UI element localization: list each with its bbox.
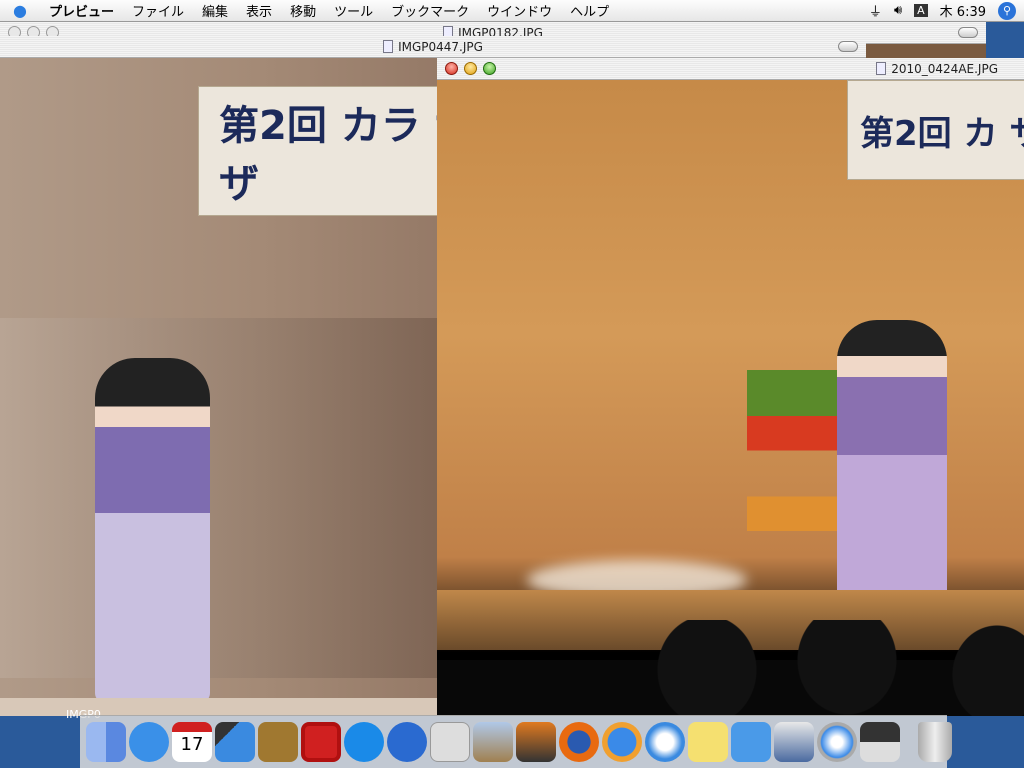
dock-firefox-icon[interactable] [559, 722, 599, 762]
stage-banner: 第2回 カ サ [847, 80, 1024, 180]
menu-edit[interactable]: 編集 [193, 1, 237, 20]
window-title: 2010_0424AE.JPG [891, 61, 998, 76]
dock-ichat-icon[interactable] [129, 722, 169, 762]
network-icon[interactable]: ⏚ [869, 1, 882, 20]
menu-file[interactable]: ファイル [123, 1, 193, 20]
dock-iphoto-icon[interactable] [516, 722, 556, 762]
file-icon [876, 62, 887, 75]
menu-tools[interactable]: ツール [325, 1, 382, 20]
singer [837, 320, 947, 620]
window-title: IMGP0447.JPG [398, 39, 483, 54]
toolbar-toggle-button[interactable] [838, 41, 858, 52]
dock-installer-icon[interactable] [473, 722, 513, 762]
audience [437, 620, 1024, 716]
dock-stickies-icon[interactable] [688, 722, 728, 762]
apple-menu-icon[interactable]: ● [0, 1, 40, 20]
menu-go[interactable]: 移動 [281, 1, 325, 20]
input-menu-icon[interactable]: A [914, 4, 928, 17]
dock-internet-explorer-icon[interactable] [387, 722, 427, 762]
dock-imovie-icon[interactable] [215, 722, 255, 762]
dock: 17 [80, 715, 952, 768]
menu-view[interactable]: 表示 [237, 1, 281, 20]
flower-stand [747, 370, 837, 600]
dock-printer-icon[interactable] [860, 722, 900, 762]
toolbar-toggle-button[interactable] [958, 27, 978, 38]
menu-window[interactable]: ウインドウ [478, 1, 561, 20]
clock[interactable]: 木 6:39 [940, 1, 986, 20]
dock-quicktime-icon[interactable] [344, 722, 384, 762]
volume-icon[interactable]: 🔊︎ [894, 3, 902, 18]
dock-front-row-icon[interactable] [301, 722, 341, 762]
menu-app[interactable]: プレビュー [40, 1, 123, 20]
singer [95, 358, 210, 703]
zoom-button[interactable] [483, 62, 496, 75]
menu-bar: ● プレビュー ファイル 編集 表示 移動 ツール ブックマーク ウインドウ ヘ… [0, 0, 1024, 22]
file-icon [383, 40, 394, 53]
banner-text: 第2回 カ サ [860, 113, 1024, 154]
ical-date: 17 [180, 734, 204, 755]
dock-preview-icon[interactable] [774, 722, 814, 762]
spotlight-icon[interactable]: ⚲ [998, 1, 1016, 20]
title-bar[interactable]: 2010_0424AE.JPG [437, 58, 1024, 80]
menu-bookmarks[interactable]: ブックマーク [382, 1, 478, 20]
dock-itunes-icon[interactable] [645, 722, 685, 762]
dock-quicktime-player-icon[interactable] [602, 722, 642, 762]
dock-trash-icon[interactable] [918, 722, 952, 762]
close-button[interactable] [445, 62, 458, 75]
minimize-button[interactable] [464, 62, 477, 75]
dock-finder-icon[interactable] [86, 722, 126, 762]
menu-help[interactable]: ヘルプ [561, 1, 618, 20]
photo-2010-0424ae: 第2回 カ サ [437, 80, 1024, 716]
title-bar[interactable]: IMGP0447.JPG [0, 36, 866, 58]
stage-banner: 第2回 カラ サザ [198, 86, 478, 216]
dock-ical-icon[interactable]: 17 [172, 722, 212, 762]
dock-iweb-icon[interactable] [731, 722, 771, 762]
window-2010-0424ae: 2010_0424AE.JPG 第2回 カ サ [437, 58, 1024, 716]
dock-address-book-icon[interactable] [258, 722, 298, 762]
dock-safari-icon[interactable] [817, 722, 857, 762]
dock-system-preferences-icon[interactable] [430, 722, 470, 762]
